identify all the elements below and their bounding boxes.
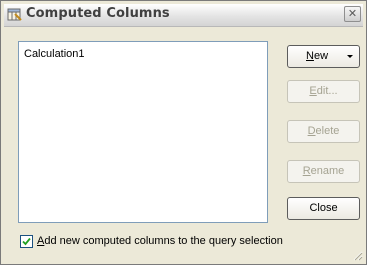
option-label-rest: dd new computed columns to the query sel…: [44, 235, 283, 247]
edit-access-key: E: [309, 85, 317, 97]
close-icon: ✕: [347, 8, 358, 20]
resize-grip-icon[interactable]: [351, 249, 363, 261]
delete-button[interactable]: Delete: [287, 120, 360, 143]
new-button[interactable]: New: [287, 45, 360, 68]
rename-button[interactable]: Rename: [287, 160, 360, 183]
add-to-selection-checkbox[interactable]: [20, 235, 33, 248]
computed-columns-list[interactable]: Calculation1: [18, 41, 268, 223]
computed-columns-icon: [7, 8, 22, 21]
edit-button[interactable]: Edit...: [287, 80, 360, 103]
new-label-rest: ew: [313, 50, 329, 62]
rename-label-rest: ename: [310, 165, 345, 177]
chevron-down-icon: [347, 55, 353, 58]
computed-columns-dialog: Computed Columns ✕ Calculation1 New Edit…: [0, 0, 367, 265]
delete-access-key: D: [307, 125, 316, 137]
delete-label-rest: elete: [315, 125, 340, 137]
dialog-title: Computed Columns: [26, 6, 170, 21]
checkmark-icon: [22, 237, 31, 246]
new-access-key: N: [306, 50, 314, 62]
close-window-button[interactable]: ✕: [344, 6, 361, 22]
add-to-selection-label: Add new computed columns to the query se…: [37, 235, 283, 247]
list-item[interactable]: Calculation1: [24, 48, 85, 60]
edit-label-rest: dit...: [316, 85, 338, 97]
rename-access-key: R: [302, 165, 311, 177]
close-button[interactable]: Close: [287, 197, 360, 220]
title-bar: Computed Columns ✕: [4, 4, 363, 27]
